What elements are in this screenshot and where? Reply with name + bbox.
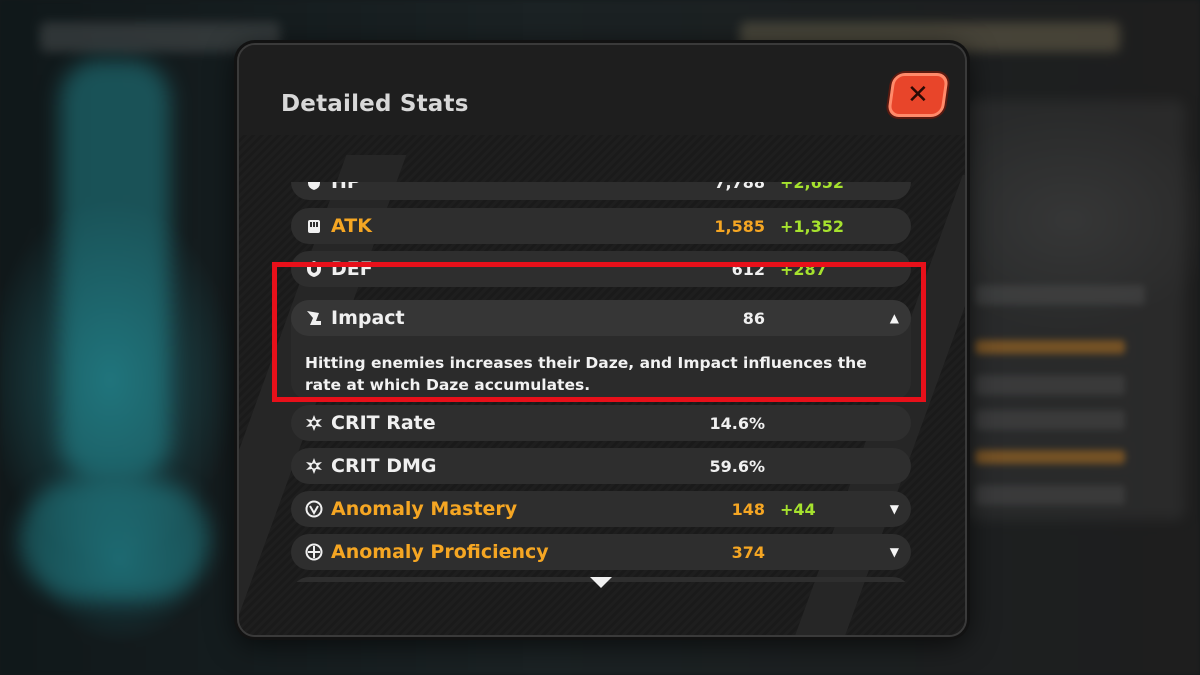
stat-row-anomaly-proficiency[interactable]: Anomaly Proficiency 374 ▼: [291, 534, 911, 570]
close-button[interactable]: ✕: [886, 73, 950, 117]
expand-caret-icon[interactable]: ▼: [890, 502, 899, 516]
crit-dmg-icon: [306, 458, 322, 474]
stat-base-value: 148: [731, 500, 765, 519]
stat-row-crit-rate[interactable]: CRIT Rate 14.6%: [291, 405, 911, 441]
stat-bonus-value: +1,352: [780, 217, 845, 236]
crit-rate-icon: [306, 415, 322, 431]
stat-row-crit-dmg[interactable]: CRIT DMG 59.6%: [291, 448, 911, 484]
scroll-down-arrow-icon[interactable]: [590, 577, 612, 588]
stat-row-atk[interactable]: ATK 1,585 +1,352: [291, 208, 911, 244]
expand-caret-icon[interactable]: ▼: [890, 545, 899, 559]
stat-row-hp[interactable]: HP 7,788 +2,652: [291, 182, 911, 200]
anomaly-proficiency-icon: [305, 543, 323, 561]
stat-bonus-value: +2,652: [780, 182, 845, 192]
stat-name: CRIT Rate: [331, 412, 436, 434]
stat-row-anomaly-mastery[interactable]: Anomaly Mastery 148 +44 ▼: [291, 491, 911, 527]
anomaly-mastery-icon: [305, 500, 323, 518]
stat-name: HP: [331, 182, 361, 193]
stat-base-value: 59.6%: [709, 457, 765, 476]
stat-base-value: 14.6%: [709, 414, 765, 433]
stat-name: CRIT DMG: [331, 455, 437, 477]
stat-base-value: 7,788: [714, 182, 765, 192]
stat-name: Anomaly Mastery: [331, 498, 518, 520]
hp-icon: [308, 182, 320, 190]
stat-base-value: 1,585: [714, 217, 765, 236]
stat-name: Anomaly Proficiency: [331, 541, 549, 563]
dialog-header: [239, 45, 965, 135]
annotation-highlight-box: [272, 262, 926, 402]
stat-base-value: 374: [731, 543, 765, 562]
close-icon: ✕: [907, 80, 929, 110]
stat-name: ATK: [331, 215, 372, 237]
dialog-title: Detailed Stats: [281, 91, 469, 117]
atk-fist-icon: [308, 220, 320, 233]
stat-bonus-value: +44: [780, 500, 816, 519]
